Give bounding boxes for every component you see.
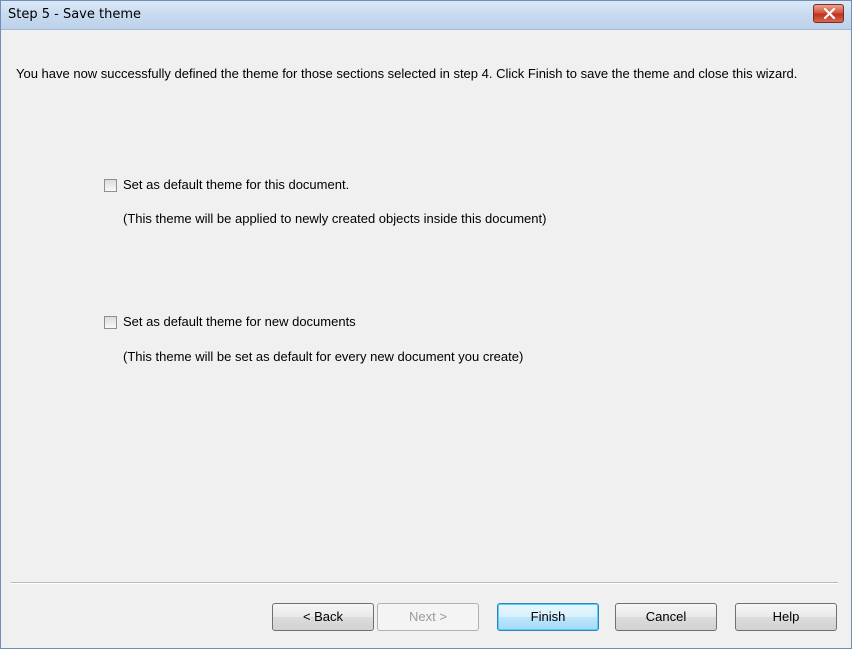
default-this-document-checkbox[interactable] [104,178,117,192]
option-new-documents[interactable]: Set as default theme for new documents [104,314,356,330]
cancel-button[interactable]: Cancel [615,603,717,631]
next-button[interactable]: Next > [377,603,479,631]
default-new-documents-checkbox[interactable] [104,315,117,329]
title-bar[interactable]: Step 5 - Save theme [1,1,851,30]
default-this-document-note: (This theme will be applied to newly cre… [123,211,547,226]
default-new-documents-label[interactable]: Set as default theme for new documents [123,314,356,330]
default-new-documents-note: (This theme will be set as default for e… [123,349,524,364]
back-button[interactable]: < Back [272,603,374,631]
intro-text: You have now successfully defined the th… [16,66,798,81]
close-button[interactable] [813,4,844,23]
dialog-window: Step 5 - Save theme You have now success… [0,0,852,649]
close-icon [823,8,836,19]
default-this-document-label[interactable]: Set as default theme for this document. [123,177,349,193]
footer-separator [11,582,838,584]
window-title: Step 5 - Save theme [8,7,141,22]
help-button[interactable]: Help [735,603,837,631]
option-this-document[interactable]: Set as default theme for this document. [104,177,349,193]
finish-button[interactable]: Finish [497,603,599,631]
